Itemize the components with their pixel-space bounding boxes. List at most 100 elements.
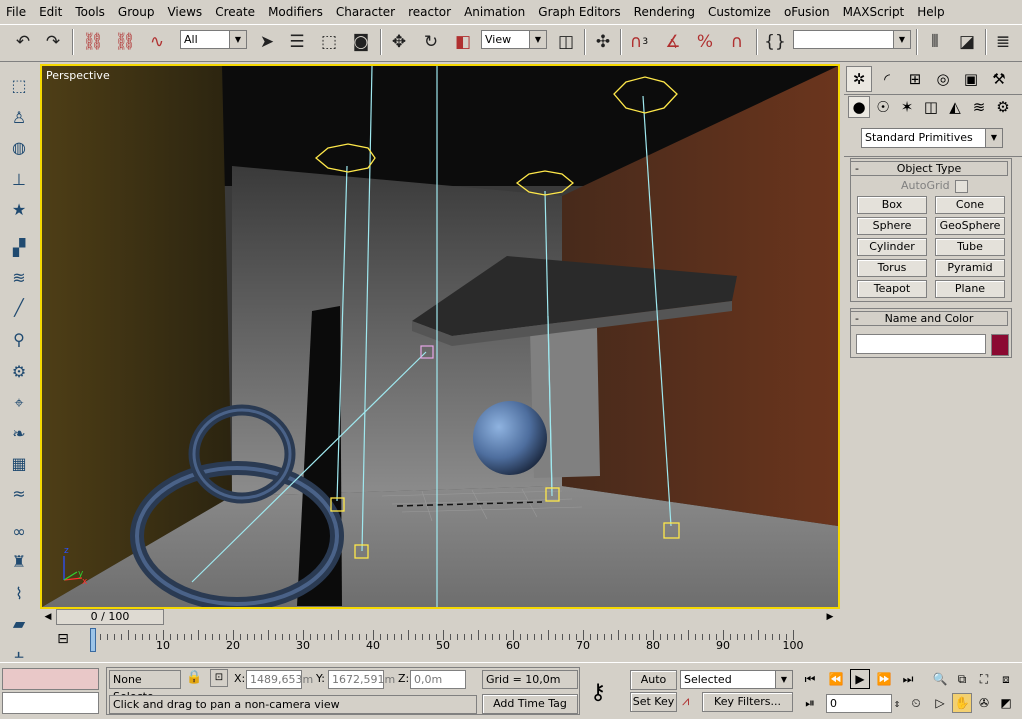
layer-manager-icon[interactable]: ≣: [990, 28, 1016, 56]
track-bar-toggle-icon[interactable]: ⊟: [50, 631, 76, 653]
set-key-button[interactable]: Set Key: [630, 692, 677, 712]
zoom-icon[interactable]: 🔍: [930, 669, 950, 689]
modify-tab-icon[interactable]: ◜: [874, 66, 900, 92]
menu-animation[interactable]: Animation: [458, 0, 532, 24]
x-coordinate-field[interactable]: 1489,653m: [246, 670, 313, 689]
z-coordinate-field[interactable]: 0,0m: [410, 670, 466, 689]
sphere-tool-icon[interactable]: ◍: [6, 134, 32, 160]
menu-create[interactable]: Create: [209, 0, 262, 24]
geometry-category-icon[interactable]: ●: [848, 96, 870, 118]
spacewarps-category-icon[interactable]: ≋: [968, 96, 990, 118]
spinner-snap-icon[interactable]: ∩: [724, 28, 750, 56]
select-and-link-icon[interactable]: ⛓: [80, 28, 106, 56]
auto-key-button[interactable]: Auto Key: [630, 670, 677, 704]
align-icon[interactable]: ◪: [954, 28, 980, 56]
unlink-selection-icon[interactable]: ⛓: [112, 28, 138, 56]
play-icon[interactable]: ▶: [850, 669, 870, 689]
bind-to-space-warp-icon[interactable]: ∿: [144, 28, 170, 56]
patch-icon[interactable]: ▰: [6, 610, 32, 636]
category-dropdown[interactable]: Standard Primitives ▼: [861, 128, 1003, 148]
wave-icon[interactable]: ≈: [6, 480, 32, 506]
systems-category-icon[interactable]: ⚙: [992, 96, 1014, 118]
menu-group[interactable]: Group: [112, 0, 162, 24]
display-tab-icon[interactable]: ▣: [958, 66, 984, 92]
create-box-icon[interactable]: ⬚: [6, 72, 32, 98]
add-time-tag-button[interactable]: Add Time Tag: [482, 694, 578, 714]
rectangular-selection-icon[interactable]: ⬚: [316, 28, 342, 56]
select-and-rotate-icon[interactable]: ↻: [418, 28, 444, 56]
menu-rendering[interactable]: Rendering: [628, 0, 702, 24]
snap-toggle-icon[interactable]: ∩ 3: [626, 28, 652, 56]
lock-icon[interactable]: 🔒: [186, 670, 202, 685]
set-key-mode-key-icon[interactable]: ⚷: [590, 680, 606, 705]
layers-icon[interactable]: ≋: [6, 264, 32, 290]
menu-modifiers[interactable]: Modifiers: [262, 0, 330, 24]
torus-button[interactable]: Torus: [857, 259, 927, 277]
named-selection-dropdown[interactable]: ▼: [793, 30, 911, 49]
menu-help[interactable]: Help: [911, 0, 951, 24]
menu-maxscript[interactable]: MAXScript: [837, 0, 912, 24]
lights-category-icon[interactable]: ✶: [896, 96, 918, 118]
menu-reactor[interactable]: reactor: [402, 0, 458, 24]
autogrid-checkbox[interactable]: [955, 180, 968, 193]
next-frame-icon[interactable]: ⏩: [874, 669, 894, 689]
arc-rotate-icon[interactable]: ✇: [974, 693, 994, 713]
tube-button[interactable]: Tube: [935, 238, 1005, 256]
previous-frame-icon[interactable]: ⏪: [826, 669, 846, 689]
select-and-scale-icon[interactable]: ◧: [450, 28, 476, 56]
ik-icon[interactable]: ⚲: [6, 326, 32, 352]
zoom-all-icon[interactable]: ⧉: [952, 669, 972, 689]
link-chain-icon[interactable]: ∞: [6, 518, 32, 544]
geosphere-button[interactable]: GeoSphere: [935, 217, 1005, 235]
perspective-viewport[interactable]: Perspective z y x: [40, 64, 840, 609]
absolute-mode-icon[interactable]: ⊡: [210, 669, 228, 687]
motion-tab-icon[interactable]: ◎: [930, 66, 956, 92]
biped-icon[interactable]: ♙: [6, 104, 32, 130]
gear-icon[interactable]: ⚙: [6, 358, 32, 384]
menu-graph-editors[interactable]: Graph Editors: [532, 0, 627, 24]
key-filters-button[interactable]: Key Filters...: [702, 692, 793, 712]
bone-icon[interactable]: ╱: [6, 294, 32, 320]
wind-icon[interactable]: ⌖: [6, 390, 32, 416]
sphere-object[interactable]: [473, 401, 547, 475]
plane-button[interactable]: Plane: [935, 280, 1005, 298]
maxscript-listener-white[interactable]: [2, 692, 99, 714]
lathe-icon[interactable]: ⊥: [6, 166, 32, 192]
cone-button[interactable]: Cone: [935, 196, 1005, 214]
teapot-button[interactable]: Teapot: [857, 280, 927, 298]
object-color-swatch[interactable]: [991, 334, 1009, 356]
selection-filter-dropdown[interactable]: All ▼: [180, 30, 247, 49]
percent-snap-icon[interactable]: %: [692, 28, 718, 56]
menu-customize[interactable]: Customize: [702, 0, 778, 24]
key-mode-toggle-icon[interactable]: ⏯: [800, 693, 820, 713]
shapes-category-icon[interactable]: ☉: [872, 96, 894, 118]
zoom-extents-icon[interactable]: ⛶: [974, 669, 994, 689]
character-icon[interactable]: ♜: [6, 548, 32, 574]
menu-ofusion[interactable]: oFusion: [778, 0, 837, 24]
maxscript-listener-pink[interactable]: [2, 668, 99, 690]
object-name-field[interactable]: [856, 334, 986, 354]
frame-spinner-icon[interactable]: ⇕: [892, 694, 902, 714]
hierarchy-tab-icon[interactable]: ⊞: [902, 66, 928, 92]
time-marker[interactable]: [90, 628, 96, 652]
maximize-viewport-icon[interactable]: ◩: [996, 693, 1016, 713]
undo-icon[interactable]: ↶: [10, 28, 36, 56]
menu-views[interactable]: Views: [161, 0, 209, 24]
sphere-button[interactable]: Sphere: [857, 217, 927, 235]
zoom-extents-all-icon[interactable]: ⧈: [996, 669, 1016, 689]
field-of-view-icon[interactable]: ▷: [930, 693, 950, 713]
helpers-category-icon[interactable]: ◭: [944, 96, 966, 118]
mirror-icon[interactable]: ⫴: [922, 28, 948, 56]
time-slider-track[interactable]: ◀ 0 / 100 ▶: [40, 609, 840, 626]
menu-character[interactable]: Character: [330, 0, 402, 24]
time-configuration-icon[interactable]: ⏲: [906, 693, 926, 713]
name-and-color-header[interactable]: - Name and Color: [850, 311, 1008, 326]
previous-frame-arrow-icon[interactable]: ◀: [42, 610, 54, 624]
menu-edit[interactable]: Edit: [33, 0, 69, 24]
edit-named-selection-icon[interactable]: {}: [762, 28, 788, 56]
cameras-category-icon[interactable]: ◫: [920, 96, 942, 118]
pan-hand-icon[interactable]: ✋: [952, 693, 972, 713]
create-tab-icon[interactable]: ✲: [846, 66, 872, 92]
cylinder-button[interactable]: Cylinder: [857, 238, 927, 256]
y-coordinate-field[interactable]: 1672,591m: [328, 670, 395, 689]
